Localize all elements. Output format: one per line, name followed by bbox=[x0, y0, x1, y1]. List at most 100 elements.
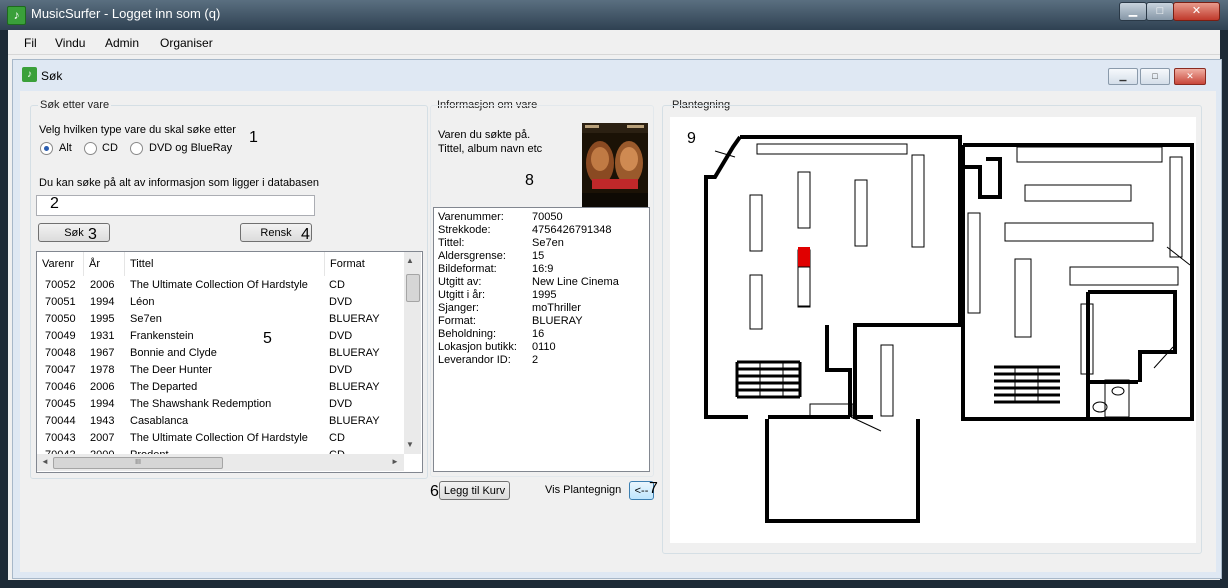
cell-tittel: The Ultimate Collection Of Hardstyle bbox=[130, 279, 308, 291]
cell-tittel: Casablanca bbox=[130, 415, 189, 427]
search-input[interactable] bbox=[36, 195, 315, 216]
table-row[interactable]: 70047 1978 The Deer Hunter DVD bbox=[37, 363, 404, 380]
annotation-4: 4 bbox=[301, 226, 310, 243]
cell-ar: 2006 bbox=[90, 381, 115, 393]
annotation-9: 9 bbox=[687, 130, 696, 147]
info-field-value: 15 bbox=[532, 250, 545, 262]
child-close-button[interactable]: ✕ bbox=[1174, 68, 1206, 85]
table-row[interactable]: 70045 1994 The Shawshank Redemption DVD bbox=[37, 397, 404, 414]
scroll-down-arrow[interactable]: ▼ bbox=[406, 440, 414, 449]
table-row[interactable]: 70043 2007 The Ultimate Collection Of Hard… bbox=[37, 431, 404, 448]
info-field-label: Leverandor ID: bbox=[438, 354, 511, 366]
info-field-label: Strekkode: bbox=[438, 224, 491, 236]
add-to-cart-button[interactable]: Legg til Kurv bbox=[439, 481, 510, 500]
info-field-label: Utgitt av: bbox=[438, 276, 482, 288]
cell-format: CD bbox=[329, 432, 345, 444]
radio-alt[interactable] bbox=[40, 142, 53, 155]
info-field-label: Aldersgrense: bbox=[438, 250, 506, 262]
floorplan-map[interactable] bbox=[670, 117, 1196, 543]
cell-ar: 1931 bbox=[90, 330, 115, 342]
info-field-value: 4756426791348 bbox=[532, 224, 612, 236]
info-field-label: Tittel: bbox=[438, 237, 465, 249]
cell-varenr: 70047 bbox=[45, 364, 76, 376]
scroll-right-arrow[interactable]: ► bbox=[391, 457, 399, 466]
maximize-button[interactable]: □ bbox=[1146, 2, 1174, 21]
cell-ar: 2007 bbox=[90, 432, 115, 444]
info-field-value: BLUERAY bbox=[532, 315, 583, 327]
info-field-value: 16:9 bbox=[532, 263, 554, 275]
vertical-scroll-thumb[interactable] bbox=[406, 274, 420, 302]
cell-tittel: The Shawshank Redemption bbox=[130, 398, 272, 410]
child-window-icon: ♪ bbox=[22, 67, 37, 82]
minimize-button[interactable]: ▁ bbox=[1119, 2, 1147, 21]
child-maximize-button[interactable]: □ bbox=[1140, 68, 1170, 85]
cell-tittel: Se7en bbox=[130, 313, 162, 325]
table-row[interactable]: 70051 1994 Léon DVD bbox=[37, 295, 404, 312]
cell-varenr: 70044 bbox=[45, 415, 76, 427]
horizontal-scroll-thumb[interactable]: III bbox=[53, 457, 223, 469]
table-row[interactable]: 70048 1967 Bonnie and Clyde BLUERAY bbox=[37, 346, 404, 363]
cell-tittel: The Departed bbox=[130, 381, 198, 393]
info-field-label: Lokasjon butikk: bbox=[438, 341, 517, 353]
radio-alt-label[interactable]: Alt bbox=[59, 142, 72, 154]
menu-fil[interactable]: Fil bbox=[24, 36, 37, 50]
cell-format: DVD bbox=[329, 364, 353, 376]
info-description-line1: Varen du søkte på. bbox=[438, 129, 531, 141]
search-prompt: Du kan søke på alt av informasjon som li… bbox=[39, 177, 320, 189]
info-field-value: Se7en bbox=[532, 237, 564, 249]
annotation-3: 3 bbox=[88, 226, 97, 243]
info-field-value: New Line Cinema bbox=[532, 276, 619, 288]
info-field-value: 0110 bbox=[532, 341, 556, 353]
menu-bar: Fil Vindu Admin Organiser bbox=[8, 30, 1220, 55]
info-field-value: moThriller bbox=[532, 302, 581, 314]
results-list[interactable]: Varenr År Tittel Format 70052 2006 The Ult… bbox=[36, 251, 423, 473]
scroll-up-arrow[interactable]: ▲ bbox=[406, 256, 414, 265]
info-field-label: Varenummer: bbox=[438, 211, 504, 223]
cell-ar: 1978 bbox=[90, 364, 115, 376]
radio-cd-label[interactable]: CD bbox=[102, 142, 118, 154]
menu-admin[interactable]: Admin bbox=[105, 36, 139, 50]
table-row[interactable]: 70050 1995 Se7en BLUERAY bbox=[37, 312, 404, 329]
column-header-format[interactable]: Format bbox=[325, 252, 405, 276]
cell-varenr: 70043 bbox=[45, 432, 76, 444]
radio-dvd-blueray[interactable] bbox=[130, 142, 143, 155]
cell-tittel: The Deer Hunter bbox=[130, 364, 212, 376]
cell-tittel: Bonnie and Clyde bbox=[130, 347, 217, 359]
cell-varenr: 70051 bbox=[45, 296, 76, 308]
table-row[interactable]: 70044 1943 Casablanca BLUERAY bbox=[37, 414, 404, 431]
cell-ar: 1943 bbox=[90, 415, 115, 427]
floorplan-drawing bbox=[704, 135, 1194, 523]
table-row[interactable]: 70049 1931 Frankenstein DVD bbox=[37, 329, 404, 346]
menu-vindu[interactable]: Vindu bbox=[55, 36, 85, 50]
menu-organiser[interactable]: Organiser bbox=[160, 36, 213, 50]
search-button[interactable]: Søk bbox=[38, 223, 110, 242]
cell-varenr: 70050 bbox=[45, 313, 76, 325]
cell-ar: 1967 bbox=[90, 347, 115, 359]
info-field-value: 2 bbox=[532, 354, 539, 366]
radio-cd[interactable] bbox=[84, 142, 97, 155]
scroll-left-arrow[interactable]: ◄ bbox=[41, 457, 49, 466]
cell-ar: 1995 bbox=[90, 313, 115, 325]
column-header-varenr[interactable]: Varenr bbox=[37, 252, 84, 276]
info-field-value: 16 bbox=[532, 328, 545, 340]
column-header-ar[interactable]: År bbox=[84, 252, 125, 276]
cell-varenr: 70046 bbox=[45, 381, 76, 393]
radio-dvd-blueray-label[interactable]: DVD og BlueRay bbox=[149, 142, 232, 154]
close-button[interactable]: ✕ bbox=[1173, 2, 1220, 21]
highlighted-shelf bbox=[798, 247, 810, 267]
cell-format: DVD bbox=[329, 330, 353, 342]
cover-image bbox=[582, 123, 648, 207]
info-details-box: Varenummer: 70050 Strekkode: 4756426791348 T… bbox=[433, 207, 650, 472]
annotation-2: 2 bbox=[50, 195, 59, 212]
cell-ar: 1994 bbox=[90, 296, 115, 308]
app-icon: ♪ bbox=[7, 6, 26, 25]
column-header-tittel[interactable]: Tittel bbox=[125, 252, 325, 276]
table-row[interactable]: 70052 2006 The Ultimate Collection Of Hard… bbox=[37, 278, 404, 295]
cell-format: DVD bbox=[329, 398, 353, 410]
child-minimize-button[interactable]: ▁ bbox=[1108, 68, 1138, 85]
table-row[interactable]: 70046 2006 The Departed BLUERAY bbox=[37, 380, 404, 397]
cell-ar: 1994 bbox=[90, 398, 115, 410]
cell-varenr: 70052 bbox=[45, 279, 76, 291]
cell-tittel: Frankenstein bbox=[130, 330, 194, 342]
window-title: MusicSurfer - Logget inn som (q) bbox=[31, 6, 221, 21]
